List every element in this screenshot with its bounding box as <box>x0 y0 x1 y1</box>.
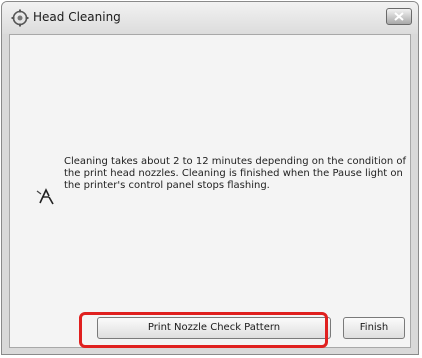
highlight-box <box>79 312 328 348</box>
window-title: Head Cleaning <box>33 10 121 24</box>
title-bar[interactable]: Head Cleaning <box>2 2 418 34</box>
message-line: Cleaning takes about 2 to 12 minutes dep… <box>64 156 407 167</box>
message-line: the print head nozzles. Cleaning is fini… <box>64 168 403 179</box>
head-cleaning-dialog: Head Cleaning Cleaning takes about 2 to … <box>1 1 419 355</box>
close-button[interactable] <box>386 8 412 25</box>
finish-button[interactable]: Finish <box>343 317 405 339</box>
printer-app-icon <box>11 9 29 27</box>
dialog-content: Cleaning takes about 2 to 12 minutes dep… <box>9 34 411 348</box>
close-icon <box>394 12 404 21</box>
cleaning-message: Cleaning takes about 2 to 12 minutes dep… <box>64 156 407 192</box>
print-head-icon <box>35 185 57 207</box>
message-line: the printer's control panel stops flashi… <box>64 180 270 191</box>
